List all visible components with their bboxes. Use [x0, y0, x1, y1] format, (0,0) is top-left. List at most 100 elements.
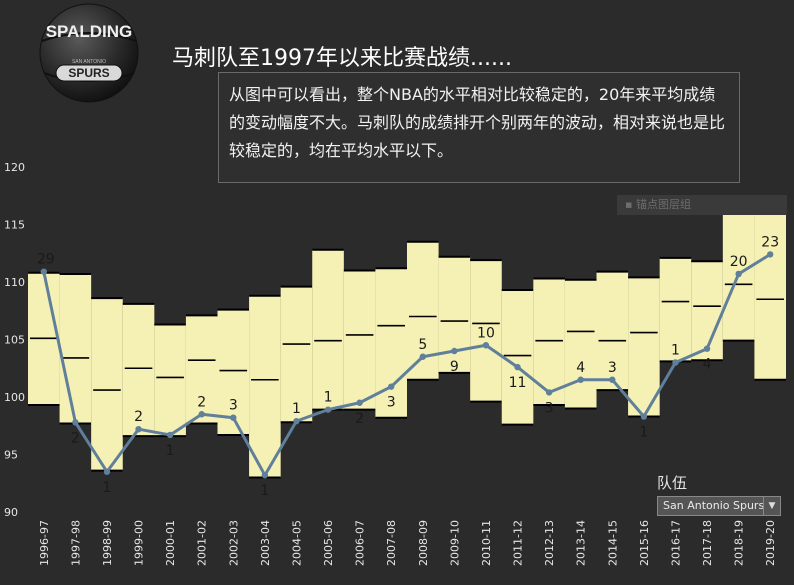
- spurs-data-point: [261, 472, 269, 479]
- x-tick-label: 2012-13: [543, 520, 556, 566]
- rank-label: 1: [639, 425, 648, 441]
- range-band: [59, 273, 92, 424]
- x-tick-label: 2016-17: [669, 520, 682, 566]
- x-tick-label: 2002-03: [227, 520, 240, 566]
- spurs-data-point: [514, 363, 521, 371]
- spurs-data-point: [230, 414, 237, 421]
- spurs-data-point: [735, 270, 742, 278]
- spurs-data-point: [672, 359, 679, 366]
- x-tick-label: 2013-14: [575, 520, 588, 566]
- rank-label: 2: [197, 394, 206, 410]
- range-band: [312, 249, 344, 410]
- rank-label: 2: [71, 430, 80, 446]
- spurs-data-point: [198, 411, 205, 418]
- spurs-data-point: [166, 431, 174, 439]
- x-tick-label: 2019-20: [764, 520, 777, 566]
- spurs-data-point: [419, 353, 426, 360]
- spurs-data-point: [135, 426, 142, 433]
- page-title: 马刺队至1997年以来比赛战绩......: [172, 46, 512, 71]
- x-tick-label: 1996-97: [38, 520, 51, 566]
- y-tick-label: 115: [4, 219, 25, 232]
- annotation-box: 从图中可以看出，整个NBA的水平相对比较稳定的，20年来平均成绩的变动幅度不大。…: [218, 72, 740, 183]
- hidden-layer-tag: ▪ 锚点图层组: [617, 195, 787, 215]
- x-tick-label: 2003-04: [259, 520, 272, 566]
- rank-label: 23: [761, 234, 779, 250]
- x-tick-label: 2008-09: [417, 520, 430, 566]
- logo-brand-text: SPALDING: [46, 22, 133, 41]
- range-band: [154, 324, 186, 437]
- team-filter-label: 队伍: [657, 474, 688, 492]
- x-tick-label: 2006-07: [354, 520, 367, 566]
- rank-label: 4: [703, 357, 712, 373]
- x-tick-label: 1997-98: [69, 520, 82, 566]
- spurs-data-point: [293, 417, 300, 425]
- x-axis: 1996-97 1997-98 1998-99 1999-00 2000-01 2001-…: [38, 520, 777, 566]
- rank-label: 20: [730, 254, 748, 270]
- spurs-data-point: [388, 383, 395, 390]
- y-tick-label: 95: [4, 449, 18, 462]
- range-band: [533, 278, 565, 406]
- dropdown-caret-icon[interactable]: ▼: [763, 497, 780, 515]
- rank-label: 4: [576, 360, 585, 376]
- rank-label: 11: [509, 375, 527, 391]
- spurs-data-point: [545, 389, 553, 396]
- x-tick-label: 2018-19: [733, 520, 746, 566]
- x-tick-label: 2001-02: [196, 520, 209, 566]
- rank-label: 1: [166, 443, 175, 459]
- y-tick-label: 120: [4, 161, 25, 174]
- range-band: [501, 290, 534, 425]
- spalding-basketball-logo: SPALDING SPURS SAN ANTONIO: [39, 3, 139, 103]
- rank-label: 2: [134, 409, 143, 425]
- spurs-data-point: [609, 376, 616, 383]
- rank-label: 29: [37, 252, 55, 268]
- x-tick-label: 2010-11: [480, 520, 493, 566]
- rank-label: 3: [229, 398, 238, 414]
- spurs-data-point: [324, 406, 332, 413]
- band-layer: [28, 201, 786, 479]
- rank-label: 1: [260, 483, 269, 499]
- x-tick-label: 2000-01: [164, 520, 177, 566]
- spurs-data-point: [640, 413, 648, 420]
- spurs-data-point: [72, 419, 79, 426]
- rank-label: 10: [477, 325, 495, 341]
- x-tick-label: 2011-12: [512, 520, 525, 566]
- x-tick-label: 2014-15: [606, 520, 619, 566]
- spurs-data-point: [103, 468, 111, 475]
- rank-label: 1: [671, 343, 680, 359]
- range-band: [564, 279, 597, 409]
- x-tick-label: 1998-99: [101, 520, 114, 566]
- range-band: [343, 270, 376, 410]
- spurs-data-point: [767, 251, 774, 258]
- x-tick-label: 2015-16: [638, 520, 651, 566]
- rank-label: 1: [324, 390, 333, 406]
- x-tick-label: 2009-10: [448, 520, 461, 566]
- rank-label: 3: [545, 400, 554, 416]
- spurs-data-point: [482, 342, 490, 349]
- y-axis: 90 95 100 105 110 115 120: [4, 161, 25, 519]
- rank-label: 2: [355, 411, 364, 427]
- logo-team-small-text: SAN ANTONIO: [72, 59, 106, 65]
- spurs-data-point: [356, 399, 363, 406]
- rank-label: 1: [102, 480, 111, 496]
- spurs-data-point: [40, 268, 47, 275]
- range-band: [249, 295, 281, 478]
- x-tick-label: 2004-05: [290, 520, 303, 566]
- x-tick-label: 2007-08: [385, 520, 398, 566]
- rank-label: 9: [450, 359, 459, 375]
- x-tick-label: 2005-06: [322, 520, 335, 566]
- spurs-data-point: [577, 376, 584, 383]
- y-tick-label: 90: [4, 506, 18, 519]
- x-tick-label: 2017-18: [701, 520, 714, 566]
- x-tick-label: 1999-00: [133, 520, 146, 566]
- team-filter-dropdown[interactable]: San Antonio Spurs ▼: [657, 496, 781, 516]
- rank-label: 3: [387, 395, 396, 411]
- y-tick-label: 105: [4, 334, 25, 347]
- logo-team-text: SPURS: [68, 66, 109, 80]
- range-band: [91, 298, 123, 471]
- y-tick-label: 110: [4, 276, 25, 289]
- spurs-data-point: [703, 345, 711, 352]
- range-band: [438, 256, 471, 373]
- team-filter-value: San Antonio Spurs: [663, 499, 765, 512]
- range-band: [754, 207, 786, 380]
- y-tick-label: 100: [4, 391, 25, 404]
